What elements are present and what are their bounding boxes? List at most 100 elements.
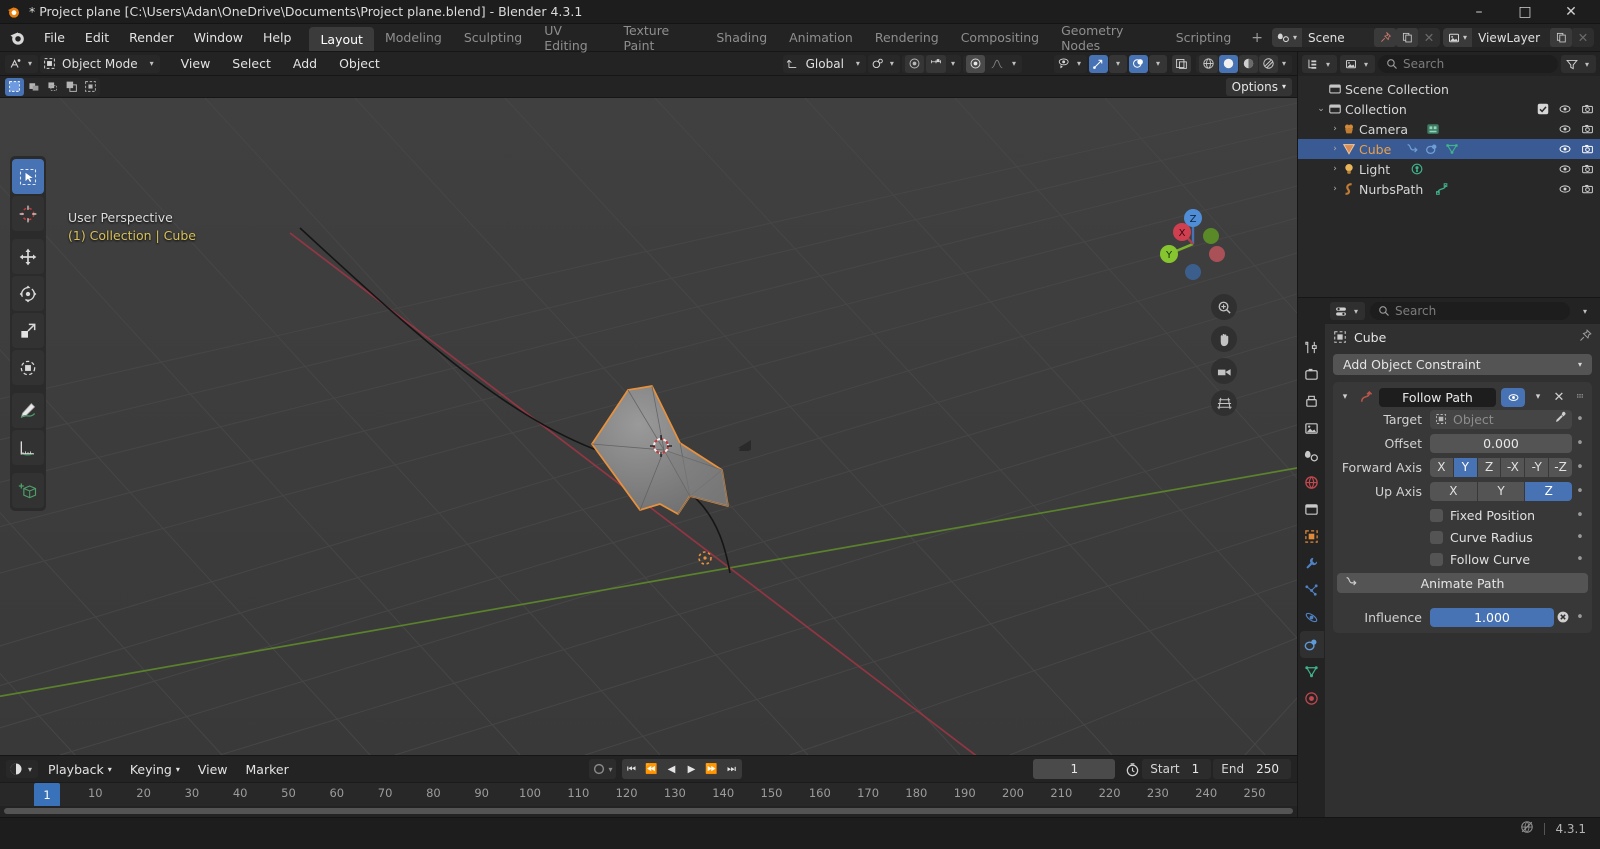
tab-shading[interactable]: Shading xyxy=(705,24,778,51)
outliner-row-cube[interactable]: › Cube xyxy=(1298,139,1600,159)
offset-field[interactable]: 0.000 xyxy=(1430,433,1572,453)
scene-selector[interactable]: ▾ Scene ✕ xyxy=(1272,28,1441,47)
tweak-tool-button[interactable] xyxy=(12,159,44,194)
pan-hand-icon[interactable] xyxy=(1211,326,1237,352)
animate-path-button[interactable]: Animate Path xyxy=(1337,573,1588,593)
panel-collapse-chevron-icon[interactable]: ▾ xyxy=(1337,392,1353,402)
tab-tool[interactable] xyxy=(1300,334,1324,361)
menu-file[interactable]: File xyxy=(34,24,75,51)
snap-magnet-icon[interactable] xyxy=(925,54,946,73)
viewport-menu-select[interactable]: Select xyxy=(222,55,281,73)
proportional-toggle-icon[interactable] xyxy=(965,54,985,73)
add-workspace-button[interactable]: + xyxy=(1242,24,1272,51)
forward-axis-y[interactable]: Y xyxy=(1453,457,1477,477)
snapping-group[interactable]: ▾ xyxy=(901,54,961,73)
close-button[interactable]: ✕ xyxy=(1548,0,1594,24)
timeline-menu-marker[interactable]: Marker xyxy=(238,759,297,779)
eye-icon[interactable] xyxy=(1558,123,1572,135)
expand-chevron-icon[interactable]: › xyxy=(1328,124,1342,134)
tab-uv-editing[interactable]: UV Editing xyxy=(533,23,612,53)
expand-chevron-icon[interactable]: › xyxy=(1328,144,1342,154)
tab-geometry-nodes[interactable]: Geometry Nodes xyxy=(1050,23,1165,53)
measure-tool-button[interactable] xyxy=(12,430,44,465)
start-frame-field[interactable]: Start 1 xyxy=(1142,759,1212,779)
gizmo-dropdown-icon[interactable]: ▾ xyxy=(1108,54,1127,73)
viewport-menu-object[interactable]: Object xyxy=(329,55,390,73)
tab-physics[interactable] xyxy=(1300,604,1324,631)
add-cube-tool-button[interactable] xyxy=(12,473,44,508)
eye-icon[interactable] xyxy=(1558,143,1572,155)
camera-render-icon[interactable] xyxy=(1581,143,1594,155)
toggle-perspective-icon[interactable] xyxy=(1211,390,1237,416)
xray-toggle-icon[interactable] xyxy=(1171,54,1191,73)
tab-layout[interactable]: Layout xyxy=(309,27,374,51)
light-data-icon[interactable] xyxy=(1410,162,1424,176)
select-difference-icon[interactable] xyxy=(62,78,81,96)
gizmo-group[interactable]: ▾ xyxy=(1088,54,1127,73)
outliner-filter-button[interactable]: ▾ xyxy=(1560,55,1596,73)
proportional-editing-group[interactable]: ▾ xyxy=(962,54,1022,73)
show-overlays-icon[interactable] xyxy=(1128,54,1148,73)
outliner-row-camera[interactable]: › Camera xyxy=(1298,119,1600,139)
curve-radius-checkbox[interactable] xyxy=(1430,530,1443,544)
viewlayer-icon[interactable]: ▾ xyxy=(1443,28,1473,47)
viewlayer-name[interactable]: ViewLayer xyxy=(1472,28,1550,47)
outliner-editor-type-selector[interactable]: ▾ xyxy=(1302,55,1338,73)
visibility-selector[interactable]: ▾ xyxy=(1053,54,1087,73)
outliner-tree[interactable]: Scene Collection ⌄ Collection › Camera ›… xyxy=(1298,76,1600,297)
animate-dot-icon[interactable]: • xyxy=(1572,530,1588,545)
animate-dot-icon[interactable]: • xyxy=(1572,460,1588,475)
up-axis-x[interactable]: X xyxy=(1430,481,1477,501)
constraint-drag-handle[interactable] xyxy=(1572,391,1588,403)
eye-icon[interactable] xyxy=(1558,103,1572,115)
transform-tool-button[interactable] xyxy=(12,350,44,385)
exclude-checkbox[interactable] xyxy=(1537,103,1549,115)
expand-chevron-icon[interactable]: › xyxy=(1328,184,1342,194)
viewport-canvas[interactable] xyxy=(0,98,1297,755)
tab-collection[interactable] xyxy=(1300,496,1324,523)
outliner-display-mode-selector[interactable]: ▾ xyxy=(1340,55,1376,73)
solid-shading-icon[interactable] xyxy=(1218,54,1238,73)
viewport-menu-add[interactable]: Add xyxy=(283,55,327,73)
scene-name[interactable]: Scene xyxy=(1302,28,1375,47)
editor-type-selector[interactable]: ▾ xyxy=(5,54,39,73)
animation-data-icon[interactable] xyxy=(1405,142,1419,156)
camera-render-icon[interactable] xyxy=(1581,163,1594,175)
add-object-constraint-button[interactable]: Add Object Constraint ▾ xyxy=(1333,354,1592,375)
delete-scene-icon[interactable]: ✕ xyxy=(1418,28,1441,47)
forward-axis-x[interactable]: X xyxy=(1430,457,1453,477)
shading-modes[interactable]: ▾ xyxy=(1195,54,1292,73)
outliner-row-nurbspath[interactable]: › NurbsPath xyxy=(1298,179,1600,199)
camera-render-icon[interactable] xyxy=(1581,103,1594,115)
animate-dot-icon[interactable]: • xyxy=(1572,436,1588,451)
constraint-data-icon[interactable] xyxy=(1425,142,1439,156)
target-object-field[interactable]: Object xyxy=(1430,409,1572,429)
new-scene-icon[interactable] xyxy=(1396,28,1419,47)
constraint-delete-icon[interactable]: ✕ xyxy=(1551,390,1567,405)
falloff-curve-icon[interactable] xyxy=(987,55,1007,73)
outliner-row-light[interactable]: › Light xyxy=(1298,159,1600,179)
animate-dot-icon[interactable]: • xyxy=(1572,552,1588,567)
rotate-tool-button[interactable] xyxy=(12,276,44,311)
3d-viewport[interactable]: User Perspective (1) Collection | Cube Z… xyxy=(0,98,1297,755)
curve-data-icon[interactable] xyxy=(1435,182,1449,196)
animate-dot-icon[interactable]: • xyxy=(1572,610,1588,625)
pin-id-icon[interactable] xyxy=(1579,329,1592,345)
minimize-button[interactable]: – xyxy=(1456,0,1502,24)
timeline-editor-type-selector[interactable]: ▾ xyxy=(6,760,39,778)
play-reverse-button[interactable]: ◀ xyxy=(662,759,682,779)
eyedropper-icon[interactable] xyxy=(1554,411,1567,427)
outliner-search-input[interactable]: Search xyxy=(1378,55,1558,73)
eye-icon[interactable] xyxy=(1558,183,1572,195)
animate-dot-icon[interactable]: • xyxy=(1572,412,1588,427)
viewport-menu-view[interactable]: View xyxy=(171,55,221,73)
previous-keyframe-button[interactable]: ⏪ xyxy=(642,759,662,779)
forward-axis-neg-y[interactable]: -Y xyxy=(1525,457,1549,477)
jump-to-start-button[interactable]: ⏮ xyxy=(622,759,642,779)
viewlayer-selector[interactable]: ▾ ViewLayer ✕ xyxy=(1443,28,1594,47)
tab-object-constraints[interactable] xyxy=(1299,631,1324,658)
pin-scene-icon[interactable] xyxy=(1374,28,1397,47)
outliner-row-scene-collection[interactable]: Scene Collection xyxy=(1298,79,1600,99)
current-frame-field[interactable]: 1 xyxy=(1033,759,1116,779)
follow-curve-checkbox[interactable] xyxy=(1430,552,1443,566)
